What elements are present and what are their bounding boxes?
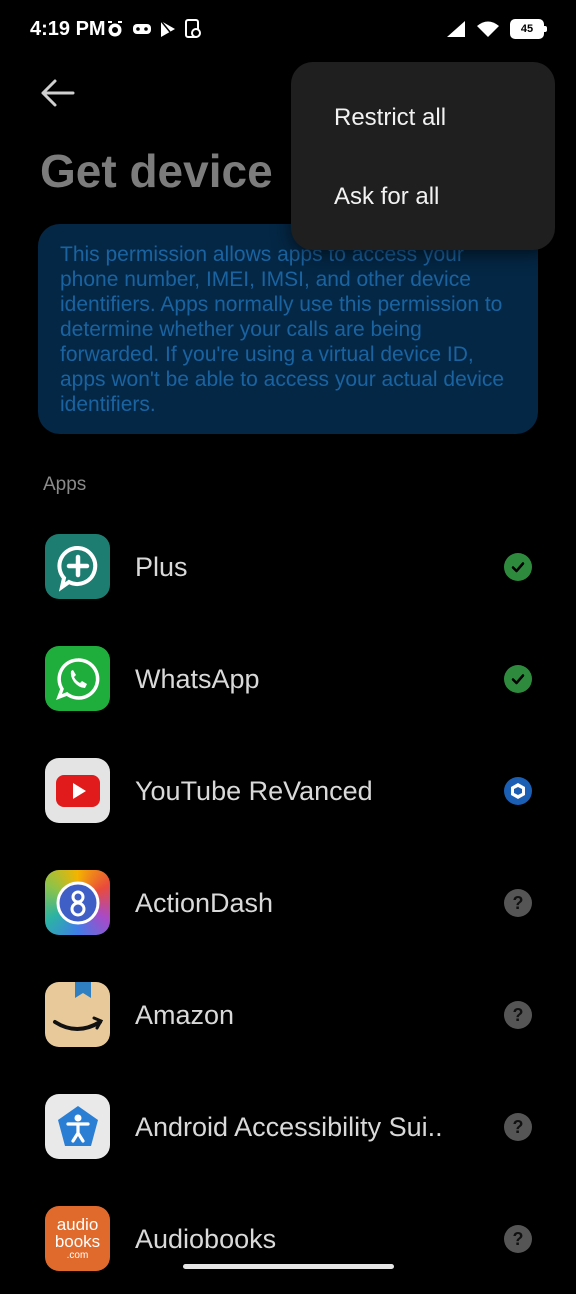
list-item[interactable]: audio books .com Audiobooks ?	[0, 1182, 576, 1294]
audiobooks-logo-text: audio	[56, 1215, 99, 1234]
youtube-revanced-icon	[45, 758, 110, 823]
home-indicator[interactable]	[183, 1264, 394, 1269]
list-item[interactable]: Android Accessibility Sui.. ?	[0, 1070, 576, 1182]
question-icon[interactable]: ?	[504, 889, 532, 917]
question-icon[interactable]: ?	[504, 1225, 532, 1253]
question-mark: ?	[512, 1116, 524, 1137]
page-title: Get device	[40, 145, 273, 197]
list-item[interactable]: Plus	[0, 510, 576, 622]
wifi-icon	[477, 21, 499, 37]
app-name: WhatsApp	[135, 664, 260, 694]
alarm-icon	[108, 21, 122, 37]
question-mark: ?	[512, 1004, 524, 1025]
section-label-apps: Apps	[43, 474, 87, 495]
list-item[interactable]: ActionDash ?	[0, 846, 576, 958]
virtual-id-icon[interactable]	[504, 777, 532, 805]
status-right-icons: 45	[446, 19, 547, 39]
check-icon[interactable]	[504, 665, 532, 693]
status-time: 4:19 PM	[30, 18, 106, 40]
app-name: YouTube ReVanced	[135, 776, 373, 806]
question-mark: ?	[512, 1228, 524, 1249]
accessibility-icon	[45, 1094, 110, 1159]
app-name: Audiobooks	[135, 1224, 277, 1254]
app-name: Android Accessibility Sui..	[135, 1112, 443, 1142]
app-name: ActionDash	[135, 888, 274, 918]
app-name: Plus	[135, 552, 188, 582]
back-arrow-icon[interactable]	[40, 76, 76, 110]
menu-item-restrict-all[interactable]: Restrict all	[334, 104, 446, 132]
amazon-icon	[45, 982, 110, 1047]
status-left-icons	[106, 19, 202, 39]
permission-info-card: This permission allows apps to access yo…	[38, 224, 538, 434]
audiobooks-logo-text: .com	[66, 1250, 89, 1261]
plus-app-icon	[45, 534, 110, 599]
play-store-icon	[160, 20, 175, 37]
actiondash-icon	[45, 870, 110, 935]
menu-item-ask-for-all[interactable]: Ask for all	[334, 183, 439, 211]
app-list: Plus WhatsApp YouTube ReVanced ActionDas…	[0, 510, 576, 1294]
audiobooks-icon: audio books .com	[45, 1206, 110, 1271]
status-bar: 4:19 PM 45	[0, 0, 576, 60]
audiobooks-logo-text: books	[54, 1232, 101, 1251]
gamepad-icon	[133, 24, 151, 34]
question-mark: ?	[512, 892, 524, 913]
list-item[interactable]: YouTube ReVanced	[0, 734, 576, 846]
question-icon[interactable]: ?	[504, 1001, 532, 1029]
whatsapp-icon	[45, 646, 110, 711]
signal-icon	[447, 21, 465, 37]
list-item[interactable]: WhatsApp	[0, 622, 576, 734]
battery-icon: 45	[510, 19, 547, 39]
check-icon[interactable]	[504, 553, 532, 581]
battery-level: 45	[520, 23, 534, 35]
list-item[interactable]: Amazon ?	[0, 958, 576, 1070]
app-name: Amazon	[135, 1000, 235, 1030]
app-lock-icon	[185, 19, 201, 38]
permission-description: This permission allows apps to access yo…	[60, 243, 505, 416]
overflow-menu: Restrict all Ask for all	[291, 62, 555, 250]
question-icon[interactable]: ?	[504, 1113, 532, 1141]
